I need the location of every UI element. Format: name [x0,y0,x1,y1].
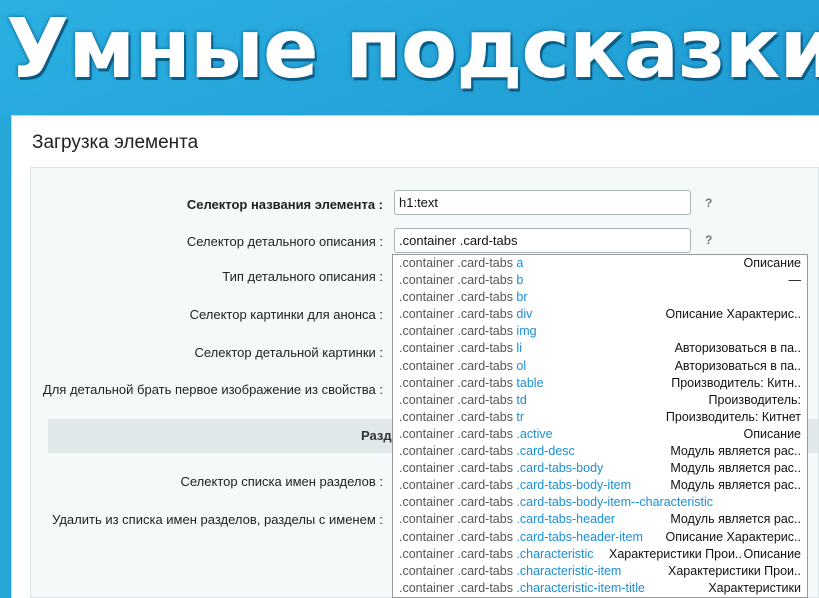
suggestion-item[interactable]: .container .card-tabs tr Производитель: К… [393,409,807,426]
suggestion-suffix: a [516,256,524,270]
field-label-remove-sections: Удалить из списка имен разделов, разделы… [52,512,383,527]
suggestion-suffix: .card-tabs-body [516,461,604,476]
suggestion-suffix: td [516,392,527,407]
field-label-section-list: Селектор списка имен разделов : [180,474,383,489]
suggestion-prefix: .container .card-tabs [399,290,517,305]
suggestion-suffix: li [516,341,522,356]
suggestion-prefix: .container .card-tabs [399,273,517,288]
suggestion-hint: Модуль является рас.. [670,512,801,527]
suggestion-item[interactable]: .container .card-tabs .card-desc Модуль я… [393,443,807,460]
suggestion-hint: Авторизоваться в па.. [674,341,801,356]
suggestion-suffix: ol [516,358,527,373]
suggestion-prefix: .container .card-tabs [399,580,517,595]
suggestion-prefix: .container .card-tabs [399,375,517,390]
field-label-preview-image: Селектор картинки для анонса : [189,307,383,322]
suggestion-item[interactable]: .container .card-tabs .card-tabs-header-… [393,529,807,546]
suggestion-item[interactable]: .container .card-tabs td Производитель: [393,392,807,409]
suggestion-suffix: br [516,290,528,305]
suggestion-hint: Описание Характерис.. [665,529,801,544]
autocomplete-dropdown: .container .card-tabs a Описание .containe… [392,254,808,598]
suggestion-item[interactable]: .container .card-tabs .characteristic-it… [393,563,807,580]
help-icon[interactable]: ? [705,233,712,247]
suggestion-prefix: .container .card-tabs [399,546,517,561]
suggestion-suffix: tr [516,409,525,424]
suggestion-item[interactable]: .container .card-tabs .card-tabs-body Мод… [393,460,807,477]
suggestion-hint: Описание Характерис.. [665,307,801,322]
suggestion-suffix: b [516,273,524,288]
suggestion-hint: Характеристики [708,580,801,595]
suggestion-prefix: .container .card-tabs [399,341,517,356]
window-title: Загрузка элемента [32,132,199,153]
banner: Умные подсказки [0,0,819,116]
suggestion-hint: — [788,273,802,288]
field-label-detail-type: Тип детального описания : [222,269,383,284]
suggestion-hint-secondary: Характеристики Прои.. [609,546,742,561]
suggestion-item[interactable]: .container .card-tabs b — [393,272,807,289]
suggestion-prefix: .container .card-tabs [399,478,517,493]
suggestion-item[interactable]: .container .card-tabs .characteristic Опи… [393,546,807,563]
suggestion-suffix: .active [516,426,553,441]
suggestion-prefix: .container .card-tabs [399,324,517,339]
suggestion-prefix: .container .card-tabs [399,307,517,322]
suggestion-hint: Производитель: Китн.. [671,375,801,390]
suggestion-suffix: .card-tabs-body-item--characteristic [516,495,714,510]
suggestion-prefix: .container .card-tabs [399,256,517,270]
suggestion-suffix: .characteristic [516,546,594,561]
suggestion-suffix: .characteristic-item [516,563,622,578]
section-title: Разд [361,428,392,443]
help-icon[interactable]: ? [705,196,712,210]
suggestion-prefix: .container .card-tabs [399,409,517,424]
suggestion-item[interactable]: .container .card-tabs a Описание [393,255,807,272]
suggestion-item[interactable]: .container .card-tabs .characteristic-it… [393,580,807,597]
suggestion-suffix: .characteristic-item-title [516,580,645,595]
suggestion-prefix: .container .card-tabs [399,426,517,441]
suggestion-item[interactable]: .container .card-tabs div Описание Характ… [393,306,807,323]
suggestion-hint: Характеристики Прои.. [668,563,801,578]
suggestion-item[interactable]: .container .card-tabs .active Описание [393,426,807,443]
suggestion-item[interactable]: .container .card-tabs img [393,323,807,340]
banner-title: Умные подсказки [6,2,819,97]
detail-selector-input[interactable] [394,228,691,253]
suggestion-hint: Модуль является рас.. [670,444,801,459]
suggestion-suffix: .card-tabs-header-item [516,529,643,544]
suggestion-hint: Описание [743,256,801,270]
suggestion-hint: Производитель: [708,392,801,407]
name-selector-input[interactable] [394,190,691,215]
suggestion-prefix: .container .card-tabs [399,444,517,459]
suggestion-hint: Описание [743,426,801,441]
suggestion-item[interactable]: .container .card-tabs .card-tabs-header М… [393,511,807,528]
suggestion-item[interactable]: .container .card-tabs br [393,289,807,306]
suggestion-prefix: .container .card-tabs [399,563,517,578]
suggestion-item[interactable]: .container .card-tabs ol Авторизоваться в… [393,358,807,375]
field-label-detail-selector: Селектор детального описания : [186,234,383,249]
suggestion-prefix: .container .card-tabs [399,358,517,373]
suggestion-item[interactable]: .container .card-tabs .card-tabs-body-it… [393,494,807,511]
field-label-name-selector: Селектор названия элемента : [186,197,383,212]
field-label-first-image: Для детальной брать первое изображение и… [42,382,383,397]
suggestion-prefix: .container .card-tabs [399,512,517,527]
suggestion-suffix: img [516,324,537,339]
suggestion-hint: Авторизоваться в па.. [674,358,801,373]
suggestion-prefix: .container .card-tabs [399,461,517,476]
suggestion-prefix: .container .card-tabs [399,495,517,510]
suggestion-suffix: div [516,307,533,322]
suggestion-suffix: table [516,375,544,390]
suggestion-item[interactable]: .container .card-tabs .card-tabs-body-it… [393,477,807,494]
suggestion-item[interactable]: .container .card-tabs table Производитель… [393,375,807,392]
suggestion-item[interactable]: .container .card-tabs li Авторизоваться в… [393,340,807,357]
suggestion-hint: Модуль является рас.. [670,461,801,476]
suggestion-hint: Модуль является рас.. [670,478,801,493]
suggestion-suffix: .card-tabs-header [516,512,616,527]
suggestion-prefix: .container .card-tabs [399,529,517,544]
field-label-detail-image: Селектор детальной картинки : [194,345,384,360]
suggestion-hint: Производитель: Китнет [665,409,801,424]
suggestion-suffix: .card-tabs-body-item [516,478,632,493]
suggestion-hint: Описание [743,546,801,561]
suggestion-prefix: .container .card-tabs [399,392,517,407]
suggestion-suffix: .card-desc [516,444,575,459]
